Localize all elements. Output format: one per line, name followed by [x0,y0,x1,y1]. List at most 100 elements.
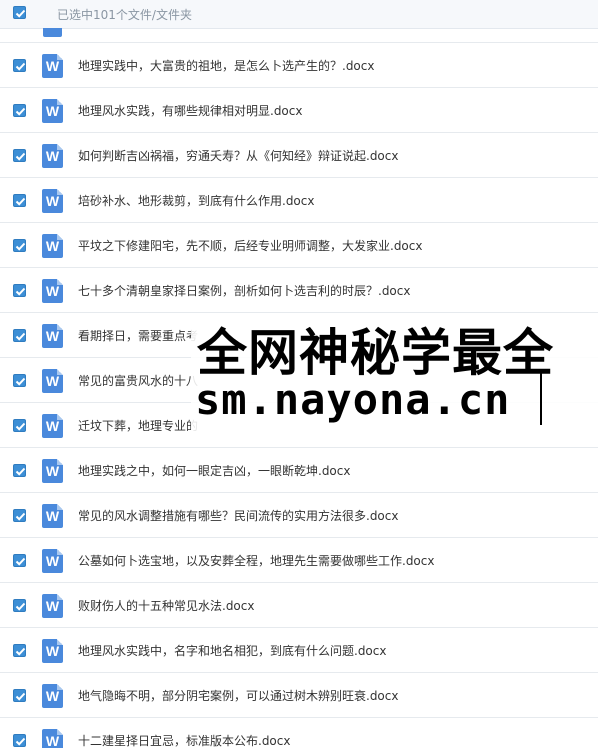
file-name[interactable]: 地理风水实践中，名字和地名相犯，到底有什么问题.docx [78,642,386,659]
selection-header: 已选中101个文件/文件夹 [0,0,598,29]
check-icon [15,737,26,746]
file-row[interactable]: W 培砂补水、地形裁剪，到底有什么作用.docx [0,178,598,223]
file-checkbox[interactable] [13,239,26,252]
file-checkbox[interactable] [13,284,26,297]
file-checkbox[interactable] [13,59,26,72]
word-file-icon: W [42,594,63,618]
file-row[interactable]: W 七十多个清朝皇家择日案例，剖析如何卜选吉利的时辰？.docx [0,268,598,313]
word-icon-letter: W [45,508,60,524]
file-checkbox[interactable] [13,104,26,117]
file-name[interactable]: 培砂补水、地形裁剪，到底有什么作用.docx [78,192,314,209]
check-icon [15,512,26,521]
check-icon [15,557,26,566]
word-icon-letter: W [45,418,60,434]
word-file-icon: W [42,504,63,528]
file-checkbox[interactable] [13,689,26,702]
word-file-icon: W [42,459,63,483]
file-row[interactable]: W 公墓如何卜选宝地，以及安葬全程，地理先生需要做哪些工作.docx [0,538,598,583]
word-file-icon: W [42,639,63,663]
check-icon [15,9,26,18]
file-checkbox[interactable] [13,329,26,342]
file-row[interactable]: W 平坟之下修建阳宅，先不顺，后经专业明师调整，大发家业.docx [0,223,598,268]
word-icon-letter: W [45,373,60,389]
word-icon-letter: W [45,688,60,704]
word-icon-letter: W [45,328,60,344]
watermark-url: sm.nayona.cn [195,375,511,424]
word-file-icon: W [42,189,63,213]
word-icon-letter: W [45,58,60,74]
file-name[interactable]: 地理风水实践，有哪些规律相对明显.docx [78,102,302,119]
file-name[interactable]: 迁坟下葬，地理专业的 [78,417,198,434]
word-icon-letter: W [45,103,60,119]
file-row[interactable]: W 地理风水实践中，名字和地名相犯，到底有什么问题.docx [0,628,598,673]
file-checkbox[interactable] [13,509,26,522]
file-name[interactable]: 地理实践中，大富贵的祖地，是怎么卜选产生的？.docx [78,57,374,74]
file-name[interactable]: 公墓如何卜选宝地，以及安葬全程，地理先生需要做哪些工作.docx [78,552,434,569]
file-name[interactable]: 平坟之下修建阳宅，先不顺，后经专业明师调整，大发家业.docx [78,237,422,254]
word-file-icon: W [42,414,63,438]
file-name[interactable]: 常见的风水调整措施有哪些？民间流传的实用方法很多.docx [78,507,398,524]
word-icon-letter: W [45,148,60,164]
selection-count-label: 已选中101个文件/文件夹 [57,8,192,22]
word-icon-letter: W [45,238,60,254]
word-file-icon: W [42,549,63,573]
check-icon [15,332,26,341]
select-all-checkbox[interactable] [13,6,26,19]
word-file-icon [43,28,62,37]
word-file-icon: W [42,234,63,258]
word-file-icon: W [42,99,63,123]
check-icon [15,242,26,251]
file-checkbox[interactable] [13,554,26,567]
check-icon [15,107,26,116]
file-checkbox[interactable] [13,149,26,162]
file-checkbox[interactable] [13,374,26,387]
file-checkbox[interactable] [13,464,26,477]
check-icon [15,152,26,161]
file-row[interactable]: W 地理实践中，大富贵的祖地，是怎么卜选产生的？.docx [0,43,598,88]
word-file-icon: W [42,324,63,348]
file-checkbox[interactable] [13,599,26,612]
check-icon [15,467,26,476]
file-name[interactable]: 看期择日，需要重点考 [78,327,198,344]
file-name[interactable]: 如何判断吉凶祸福，穷通夭寿？从《何知经》辩证说起.docx [78,147,398,164]
word-icon-letter: W [45,463,60,479]
word-file-icon: W [42,279,63,303]
file-name[interactable]: 十二建星择日宜忌，标准版本公布.docx [78,732,290,748]
file-row[interactable]: W 地理实践之中，如何一眼定吉凶，一眼断乾坤.docx [0,448,598,493]
word-icon-letter: W [45,643,60,659]
check-icon [15,287,26,296]
file-row[interactable]: W 地理风水实践，有哪些规律相对明显.docx [0,88,598,133]
file-name[interactable]: 败财伤人的十五种常见水法.docx [78,597,254,614]
file-row[interactable]: W 如何判断吉凶祸福，穷通夭寿？从《何知经》辩证说起.docx [0,133,598,178]
text-caret [540,369,542,425]
word-file-icon: W [42,684,63,708]
file-checkbox[interactable] [13,644,26,657]
word-file-icon: W [42,729,63,748]
file-name[interactable]: 常见的富贵风水的十八 [78,372,198,389]
file-checkbox[interactable] [13,194,26,207]
file-row[interactable]: W 地气隐晦不明，部分阴宅案例，可以通过树木辨别旺衰.docx [0,673,598,718]
check-icon [15,62,26,71]
watermark-overlay: 全网神秘学最全 sm.nayona.cn [191,313,598,435]
word-icon-letter: W [45,193,60,209]
file-row[interactable]: W 败财伤人的十五种常见水法.docx [0,583,598,628]
word-file-icon: W [42,369,63,393]
word-icon-letter: W [45,553,60,569]
file-row[interactable]: W 常见的风水调整措施有哪些？民间流传的实用方法很多.docx [0,493,598,538]
file-checkbox[interactable] [13,419,26,432]
word-icon-letter: W [45,598,60,614]
file-name[interactable]: 七十多个清朝皇家择日案例，剖析如何卜选吉利的时辰？.docx [78,282,410,299]
check-icon [15,692,26,701]
file-checkbox[interactable] [13,734,26,747]
word-file-icon: W [42,144,63,168]
file-row[interactable]: W 十二建星择日宜忌，标准版本公布.docx [0,718,598,748]
check-icon [15,602,26,611]
word-icon-letter: W [45,733,60,748]
check-icon [15,377,26,386]
word-icon-letter: W [45,283,60,299]
check-icon [15,647,26,656]
check-icon [15,197,26,206]
file-name[interactable]: 地气隐晦不明，部分阴宅案例，可以通过树木辨别旺衰.docx [78,687,398,704]
check-icon [15,422,26,431]
file-name[interactable]: 地理实践之中，如何一眼定吉凶，一眼断乾坤.docx [78,462,350,479]
